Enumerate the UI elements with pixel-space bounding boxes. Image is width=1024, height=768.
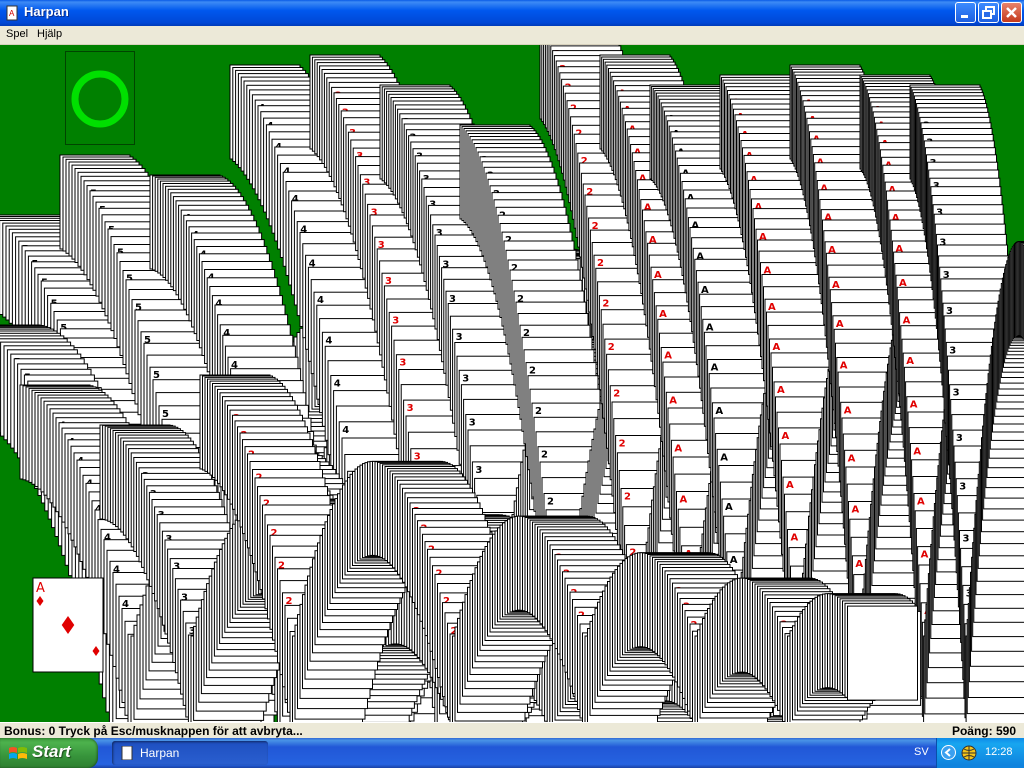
card-rank-mark: A <box>786 480 794 491</box>
card-rank-mark: 2 <box>608 342 615 353</box>
card-rank-mark: 2 <box>602 299 609 310</box>
card-rank-mark: A <box>664 351 672 362</box>
menu-game[interactable]: Spel <box>6 28 28 40</box>
card-rank-mark: A <box>906 356 914 367</box>
card-rank-mark: 3 <box>475 465 482 476</box>
card-rank-mark: A <box>773 342 781 353</box>
card-rank-mark: A <box>777 385 785 396</box>
close-button[interactable] <box>1001 2 1022 23</box>
card-rank-mark: 3 <box>963 534 970 545</box>
card-rank-mark: 3 <box>469 418 476 429</box>
card-rank-mark: 4 <box>325 335 332 346</box>
card-rank-mark: 2 <box>541 450 548 461</box>
card-rank-mark: A <box>730 555 738 566</box>
menu-bar: Spel Hjälp <box>0 26 1024 45</box>
card-rank-mark: 2 <box>613 389 620 400</box>
title-bar[interactable]: A Harpan <box>0 0 1024 26</box>
app-icon: A <box>6 5 18 21</box>
card-rank-mark: A <box>680 495 688 506</box>
card-rank-mark: A <box>913 447 921 458</box>
card-rank-mark: 3 <box>392 315 399 326</box>
card-rank-mark: A <box>674 443 682 454</box>
card-rank-mark: 4 <box>317 295 324 306</box>
close-icon <box>1006 7 1017 18</box>
card-rank-mark: A <box>855 559 863 570</box>
card-rank-mark: 2 <box>619 439 626 450</box>
card-rank-mark: A <box>659 309 667 320</box>
maximize-icon <box>982 6 995 19</box>
card-rank-mark: A <box>836 319 844 330</box>
card-rank-mark: A <box>706 322 714 333</box>
card-rank-mark: 3 <box>953 388 960 399</box>
card-rank-mark: A <box>844 405 852 416</box>
card-rank-mark: A <box>852 505 860 516</box>
card-rank-mark: 2 <box>597 258 604 269</box>
card-rank-mark: A <box>715 406 723 417</box>
card-rank-mark: 3 <box>959 482 966 493</box>
card-rank-mark: 3 <box>462 373 469 384</box>
card-rank-mark: A <box>791 533 799 544</box>
card-rank-mark: A <box>768 302 776 313</box>
card-rank-mark: A <box>910 400 918 411</box>
card-rank-mark: 3 <box>956 433 963 444</box>
card-rank-mark: A <box>720 452 728 463</box>
game-board[interactable]: 5555555555555555555555555555555555555555… <box>0 45 1024 722</box>
card-rank-mark: A <box>917 497 925 508</box>
card-rank-mark: 4 <box>342 425 349 436</box>
card-rank-mark: 3 <box>407 403 414 414</box>
card-rank-mark: 5 <box>162 409 169 420</box>
card-rank-mark: A <box>848 453 856 464</box>
card-rank-mark: 2 <box>529 366 536 377</box>
minimize-icon <box>961 15 968 18</box>
card-rank-mark: 2 <box>547 497 554 508</box>
card-rank-mark: A <box>840 361 848 372</box>
card-rank-mark: 3 <box>456 332 463 343</box>
card-rank-mark: 4 <box>334 379 341 390</box>
card-rank-mark: A <box>921 550 929 561</box>
card-rank-mark: A <box>903 316 911 327</box>
card-rank-mark: 2 <box>535 406 542 417</box>
window-title: Harpan <box>24 4 69 19</box>
card-rank-mark: A <box>669 395 677 406</box>
menu-help[interactable]: Hjälp <box>37 28 62 40</box>
card-rank-mark: 3 <box>949 345 956 356</box>
card-rank-mark: A <box>711 363 719 374</box>
card-rank-mark: 3 <box>399 358 406 369</box>
card-rank-mark: A <box>725 502 733 513</box>
maximize-button[interactable] <box>978 2 999 23</box>
bouncing-cards-cascade: 5555555555555555555555555555555555555555… <box>0 45 1024 722</box>
card-rank-mark: A <box>782 431 790 442</box>
card-rank-mark: 2 <box>624 492 631 503</box>
minimize-button[interactable] <box>955 2 976 23</box>
